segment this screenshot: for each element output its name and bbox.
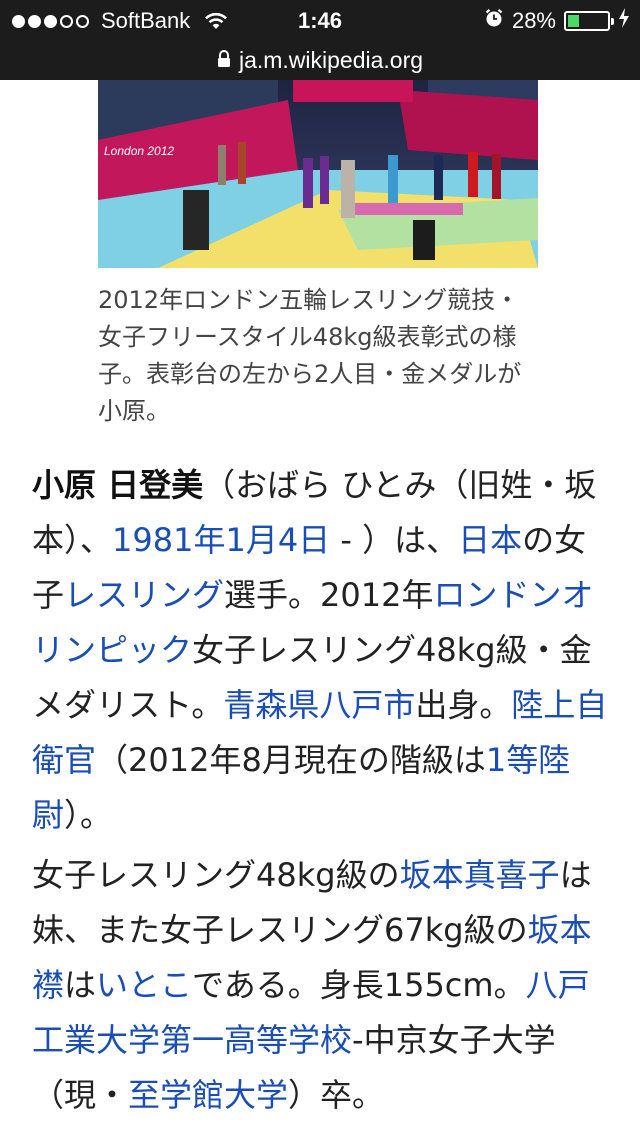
family-paragraph: 女子レスリング48kg級の坂本真喜子は妹、また女子レスリング67kg級の坂本襟は…: [32, 848, 612, 1123]
family-text: ）卒。: [288, 1076, 385, 1114]
link-cousin[interactable]: いとこ: [96, 966, 192, 1004]
photo-sign-london-2012: London 2012: [104, 144, 175, 158]
article-content: London 2012 2012年ロンドン五輪レスリング競技・女子フリースタイル…: [0, 80, 640, 430]
link-aomori-hachinohe[interactable]: 青森県八戸市: [223, 686, 415, 724]
link-japan[interactable]: 日本: [458, 521, 522, 559]
url-host[interactable]: ja.m.wikipedia.org: [239, 47, 423, 74]
intro-text: 選手。2012年: [224, 576, 434, 614]
figure-caption: 2012年ロンドン五輪レスリング競技・女子フリースタイル48kg級表彰式の様子。…: [98, 286, 522, 425]
intro-text: 出身。: [415, 686, 512, 724]
article-subject-name: 小原 日登美: [32, 466, 204, 504]
award-ceremony-photo[interactable]: London 2012: [98, 80, 538, 268]
intro-paragraph: 小原 日登美（おばら ひとみ（旧姓・坂本）、1981年1月4日 - ）は、日本の…: [32, 458, 612, 843]
link-birthdate[interactable]: 1981年1月4日: [112, 521, 330, 559]
lock-icon: [217, 47, 231, 74]
status-bar: SoftBank 1:46 28%: [0, 0, 640, 40]
intro-text: ）。: [64, 796, 113, 834]
battery-level: [568, 15, 579, 27]
link-wrestling[interactable]: レスリング: [64, 576, 224, 614]
link-shigakkan-university[interactable]: 至学館大学: [128, 1076, 288, 1114]
family-text: である。身長155cm。: [192, 966, 526, 1004]
status-right: 28%: [484, 8, 630, 34]
battery-nub: [611, 18, 614, 25]
family-text: は: [64, 966, 97, 1004]
url-bar[interactable]: ja.m.wikipedia.org: [0, 40, 640, 80]
alarm-icon: [484, 8, 504, 34]
intro-text: - ）は、: [330, 521, 459, 559]
link-makiko-sakamoto[interactable]: 坂本真喜子: [400, 856, 560, 894]
charging-icon: [618, 8, 630, 34]
battery-icon: [564, 11, 614, 31]
article-figure: London 2012 2012年ロンドン五輪レスリング競技・女子フリースタイル…: [98, 80, 538, 430]
family-text: 女子レスリング48kg級の: [32, 856, 400, 894]
battery-percent: 28%: [511, 8, 556, 33]
intro-text: （2012年8月現在の階級は: [96, 741, 486, 779]
